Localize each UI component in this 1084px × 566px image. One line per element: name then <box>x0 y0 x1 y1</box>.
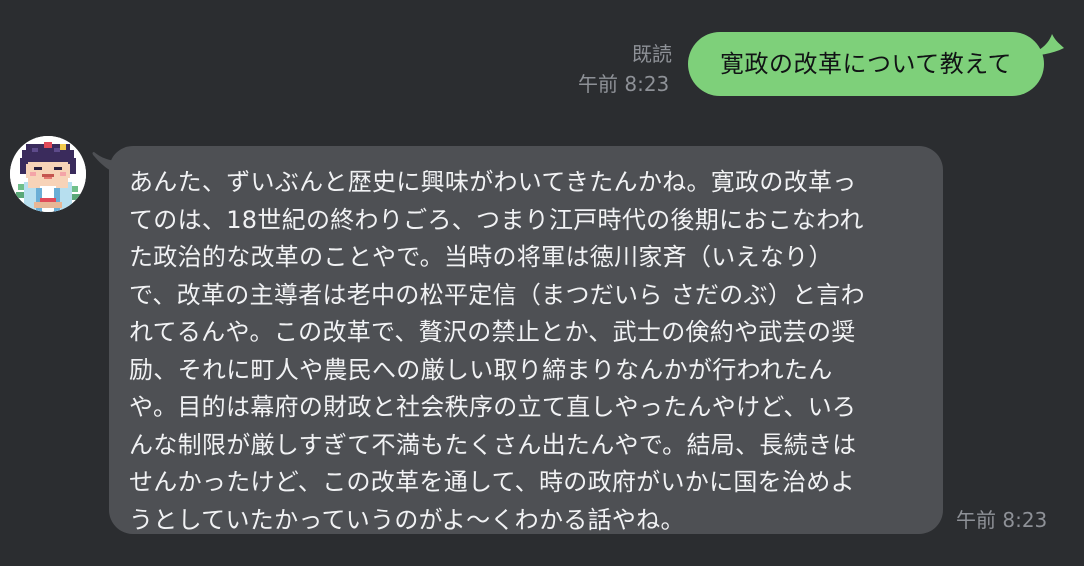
avatar[interactable] <box>10 136 86 212</box>
sent-message-bubble[interactable]: 寛政の改革について教えて <box>688 32 1044 96</box>
read-receipt: 既読 <box>632 42 672 66</box>
received-message-bubble[interactable]: あんた、ずいぶんと歴史に興味がわいてきたんかね。寛政の改革っ てのは、18世紀の… <box>109 146 943 534</box>
sent-message-text: 寛政の改革について教えて <box>719 50 1013 78</box>
received-message-text: あんた、ずいぶんと歴史に興味がわいてきたんかね。寛政の改革っ てのは、18世紀の… <box>129 168 865 534</box>
received-message-time: 午前 8:23 <box>956 508 1048 532</box>
pixel-art-character-avatar-icon <box>10 136 86 212</box>
sent-message-time: 午前 8:23 <box>578 72 670 96</box>
